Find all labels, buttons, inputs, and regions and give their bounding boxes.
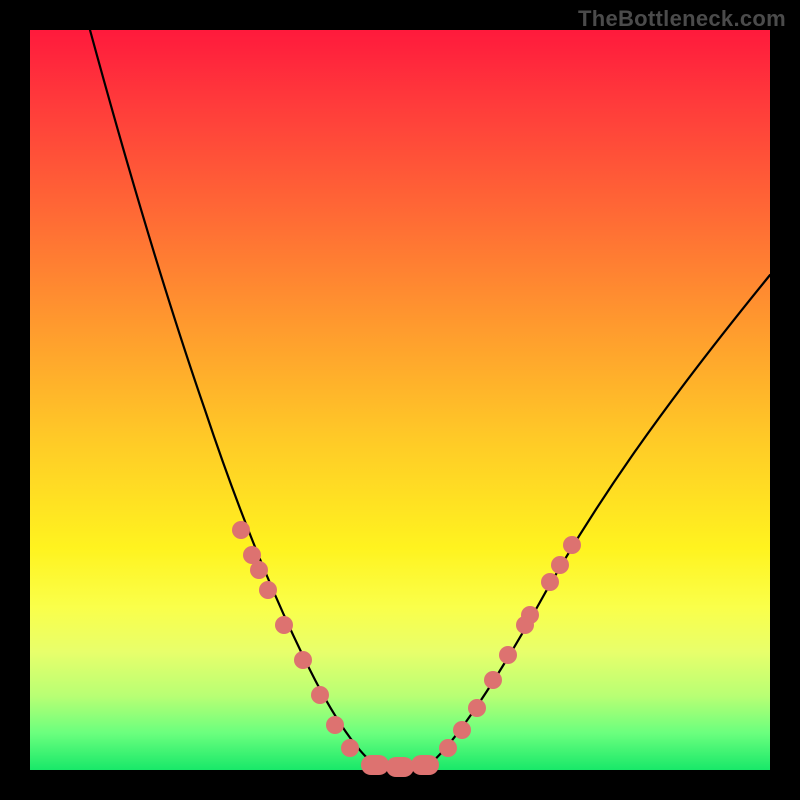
- bottleneck-curve: [30, 30, 770, 770]
- plot-area: [30, 30, 770, 770]
- data-marker: [411, 755, 439, 775]
- data-marker: [541, 573, 559, 591]
- data-marker: [439, 739, 457, 757]
- data-marker: [259, 581, 277, 599]
- data-marker: [499, 646, 517, 664]
- curve-right-branch: [425, 275, 770, 768]
- data-marker: [250, 561, 268, 579]
- data-marker: [294, 651, 312, 669]
- data-marker: [468, 699, 486, 717]
- data-marker: [232, 521, 250, 539]
- chart-frame: TheBottleneck.com: [0, 0, 800, 800]
- data-marker: [275, 616, 293, 634]
- data-marker: [484, 671, 502, 689]
- data-marker: [341, 739, 359, 757]
- data-marker: [521, 606, 539, 624]
- data-marker: [326, 716, 344, 734]
- watermark-text: TheBottleneck.com: [578, 6, 786, 32]
- data-marker: [311, 686, 329, 704]
- data-marker: [453, 721, 471, 739]
- data-marker: [361, 755, 389, 775]
- data-marker: [386, 757, 414, 777]
- data-marker: [551, 556, 569, 574]
- curve-left-branch: [90, 30, 380, 768]
- data-marker: [563, 536, 581, 554]
